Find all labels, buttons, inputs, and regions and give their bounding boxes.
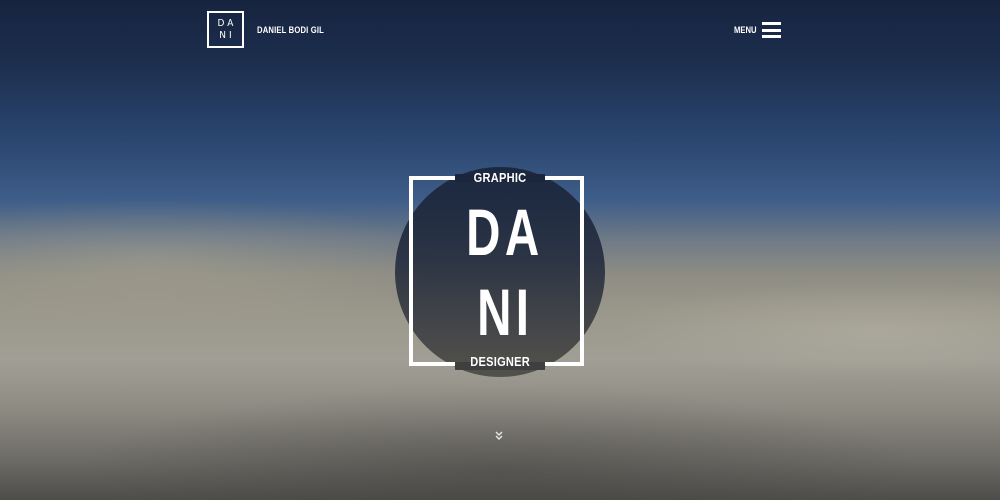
- logo[interactable]: DA NI: [207, 11, 244, 48]
- hero-top-word: GRAPHIC: [473, 170, 527, 185]
- menu-button[interactable]: MENU: [730, 22, 781, 38]
- hero-big-line-2: NI: [477, 275, 534, 349]
- hamburger-icon: [761, 22, 781, 38]
- menu-label: MENU: [733, 25, 757, 35]
- double-chevron-down-icon[interactable]: [493, 430, 505, 442]
- hero-big-line-1: DA: [466, 195, 544, 269]
- hero-bottom-word: DESIGNER: [470, 354, 530, 369]
- brand-name[interactable]: DANIEL BODI GIL: [257, 25, 324, 35]
- hero-emblem: GRAPHIC DA NI DESIGNER: [395, 167, 605, 377]
- logo-line-2: NI: [219, 29, 235, 41]
- logo-line-1: DA: [217, 17, 237, 29]
